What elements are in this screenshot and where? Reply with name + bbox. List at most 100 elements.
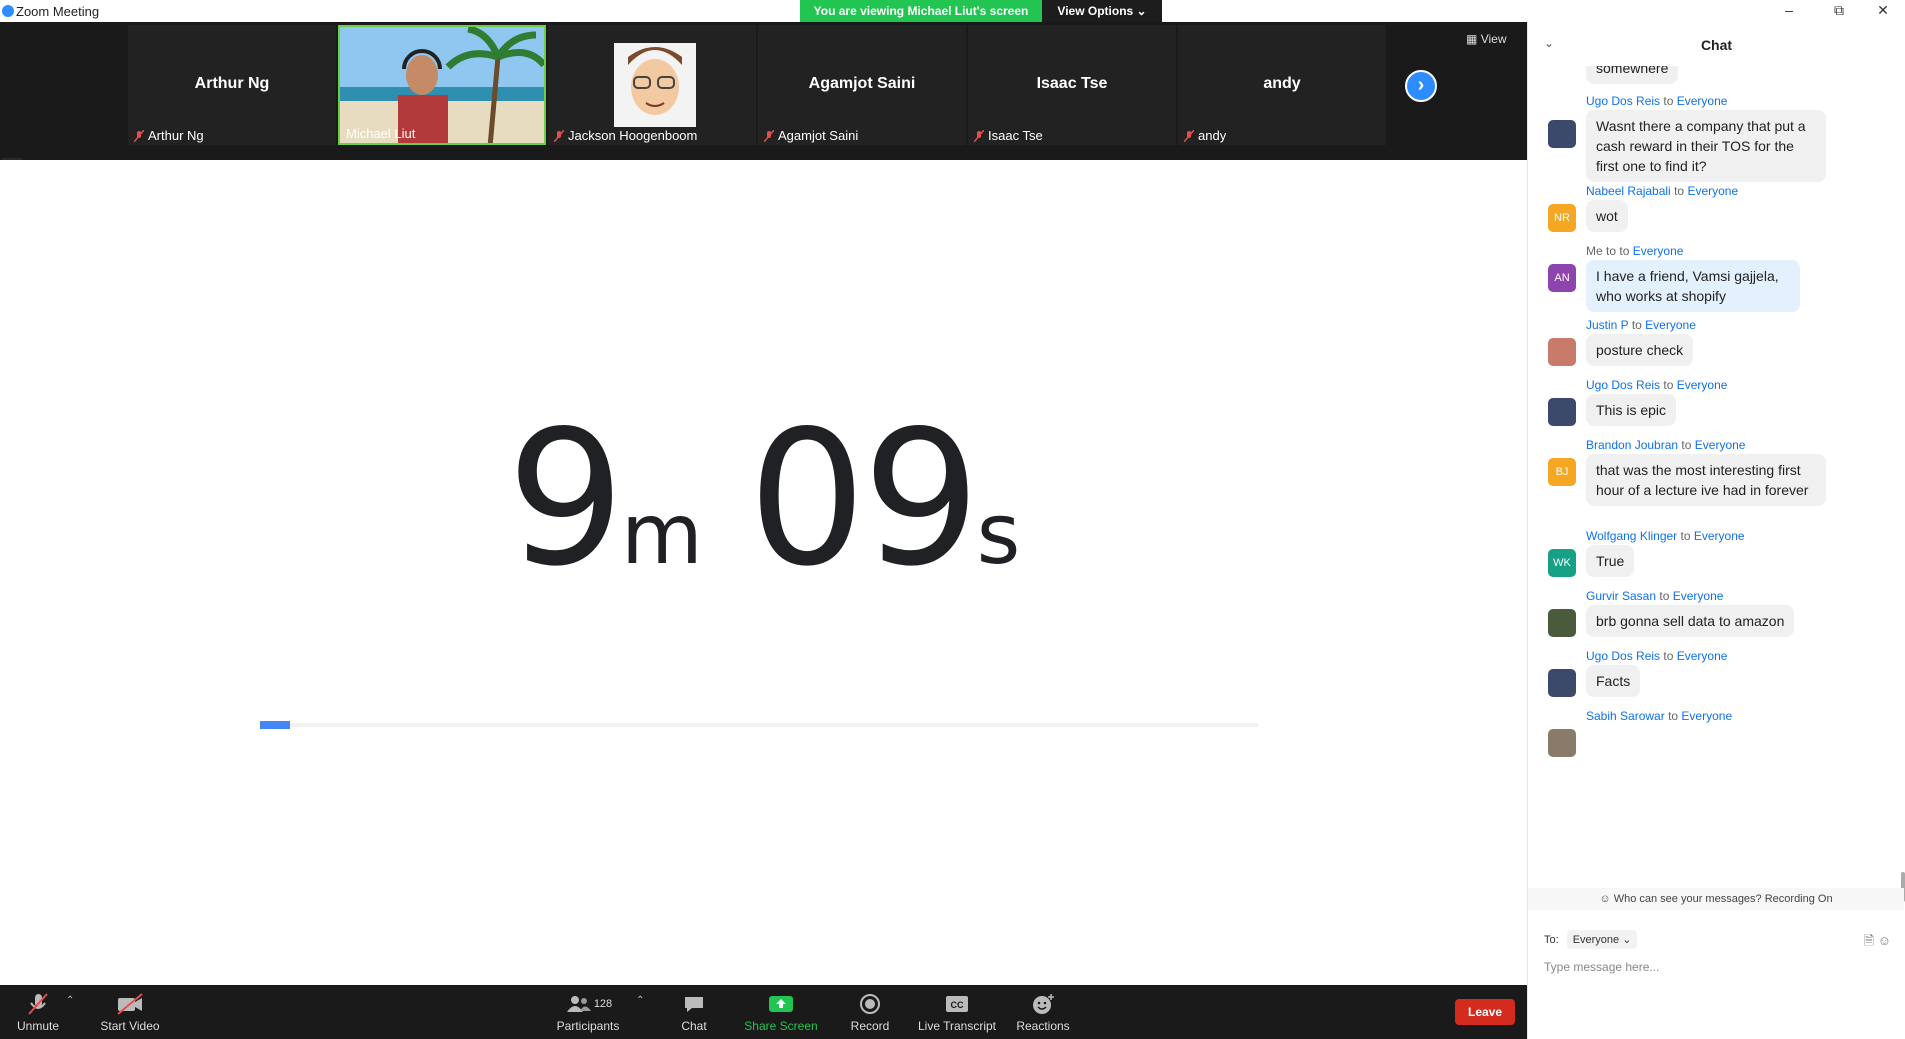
muted-mic-icon	[973, 129, 985, 142]
sender-name[interactable]: Ugo Dos Reis	[1586, 649, 1660, 663]
video-tile[interactable]: Isaac Tse Isaac Tse	[968, 25, 1176, 145]
share-banner: You are viewing Michael Liut's screen Vi…	[800, 0, 1162, 22]
sender-name[interactable]: Justin P	[1586, 318, 1628, 332]
recipient-name: Everyone	[1676, 649, 1728, 663]
muted-mic-icon	[1183, 129, 1195, 142]
participant-name-large: Arthur Ng	[194, 75, 270, 92]
smiley-plus-icon	[1012, 991, 1074, 1017]
zoom-window: Zoom Meeting – ⧉ ✕ You are viewing Micha…	[0, 0, 1905, 1039]
to-label: to	[1659, 589, 1670, 603]
chat-message: Ugo Dos Reis to Everyone Wasnt there a c…	[1528, 94, 1888, 182]
participant-name-large: andy	[1263, 75, 1301, 92]
zoom-app-icon	[2, 5, 14, 17]
message-header: Ugo Dos Reis to Everyone	[1586, 378, 1727, 392]
muted-mic-icon	[10, 991, 66, 1017]
message-header: Justin P to Everyone	[1586, 318, 1696, 332]
message-bubble: that was the most interesting first hour…	[1586, 454, 1826, 506]
recipient-row: To: Everyone ⌄	[1544, 930, 1638, 949]
reactions-button[interactable]: Reactions	[1012, 991, 1074, 1033]
sender-name[interactable]: Wolfgang Klinger	[1586, 529, 1677, 543]
video-tile-active-speaker[interactable]: Michael Liut	[338, 25, 546, 145]
recording-notice[interactable]: ☺ Who can see your messages? Recording O…	[1528, 888, 1904, 910]
avatar	[1548, 729, 1576, 757]
to-label: to	[1680, 529, 1691, 543]
audio-options-caret-icon[interactable]: ⌃	[66, 995, 74, 1006]
message-input[interactable]	[1544, 956, 1884, 978]
video-tile[interactable]: Arthur Ng Arthur Ng	[128, 25, 336, 145]
chat-header: ⌄ Chat	[1528, 22, 1905, 66]
memoji-avatar-image	[548, 25, 756, 145]
to-label: to	[1663, 94, 1674, 108]
to-label: to	[1681, 438, 1692, 452]
participants-options-caret-icon[interactable]: ⌃	[636, 995, 644, 1006]
chat-message: Justin P to Everyone posture check	[1528, 318, 1888, 368]
chat-button[interactable]: Chat	[672, 991, 716, 1033]
meeting-toolbar: Unmute ⌃ Start Video 128 Participants ⌃ …	[0, 985, 1527, 1039]
window-title: Zoom Meeting	[16, 4, 100, 19]
message-header: Nabeel Rajabali to Everyone	[1586, 184, 1738, 198]
message-bubble: posture check	[1586, 334, 1694, 366]
to-label: To:	[1544, 933, 1559, 946]
file-icon[interactable]: 🗎	[1864, 933, 1874, 948]
live-transcript-button[interactable]: CC Live Transcript	[912, 991, 1002, 1033]
recipient-name: Everyone	[1676, 94, 1728, 108]
recipient-select[interactable]: Everyone ⌄	[1566, 930, 1638, 949]
participant-label: Michael Liut	[346, 126, 416, 141]
video-off-icon	[98, 991, 162, 1017]
message-header: Ugo Dos Reis to Everyone	[1586, 94, 1727, 108]
next-page-arrow-icon[interactable]: ›	[1405, 70, 1437, 102]
restore-icon[interactable]: ⧉	[1817, 0, 1861, 22]
view-options-button[interactable]: View Options ⌄	[1042, 0, 1162, 22]
timer-seconds: 09	[747, 390, 981, 607]
sender-name[interactable]: Ugo Dos Reis	[1586, 94, 1660, 108]
participant-label: Isaac Tse	[988, 128, 1043, 143]
unmute-button[interactable]: Unmute	[10, 991, 66, 1033]
input-tools: 🗎 ☺	[1864, 932, 1891, 954]
start-video-label: Start Video	[100, 1019, 160, 1033]
to-label: to	[1663, 378, 1674, 392]
recipient-name: Everyone	[1693, 529, 1745, 543]
sender-name[interactable]: Nabeel Rajabali	[1586, 184, 1671, 198]
record-button[interactable]: Record	[846, 991, 894, 1033]
timer-minutes-unit: m	[620, 485, 703, 583]
recipient-name: Everyone	[1672, 589, 1724, 603]
viewing-screen-label: You are viewing Michael Liut's screen	[800, 0, 1042, 22]
to-label: to	[1674, 184, 1685, 198]
emoji-icon[interactable]: ☺	[1878, 933, 1891, 948]
message-header: Gurvir Sasan to Everyone	[1586, 589, 1723, 603]
video-tile[interactable]: andy andy	[1178, 25, 1386, 145]
share-screen-button[interactable]: Share Screen	[744, 991, 818, 1033]
participant-count: 128	[593, 998, 613, 1010]
recipient-name: Everyone	[1681, 709, 1733, 723]
avatar: AN	[1548, 264, 1576, 292]
avatar: BJ	[1548, 458, 1576, 486]
chat-message: Sabih Sarowar to Everyone	[1528, 709, 1888, 759]
record-icon	[846, 991, 894, 1017]
video-tile[interactable]: Jackson Hoogenboom	[548, 25, 756, 145]
chat-message: Brandon Joubran to Everyone BJ that was …	[1528, 438, 1888, 522]
recipient-name: Everyone	[1645, 318, 1696, 332]
message-bubble: Facts	[1586, 665, 1641, 697]
sender-name[interactable]: Gurvir Sasan	[1586, 589, 1656, 603]
start-video-button[interactable]: Start Video	[98, 991, 162, 1033]
sender-name[interactable]: Sabih Sarowar	[1586, 709, 1665, 723]
close-icon[interactable]: ✕	[1861, 0, 1905, 22]
timer-minutes: 9	[506, 390, 625, 607]
share-screen-label: Share Screen	[744, 1019, 818, 1033]
chat-message-list[interactable]: somewhere Ugo Dos Reis to Everyone Wasnt…	[1528, 66, 1904, 892]
participant-label: andy	[1198, 128, 1227, 143]
sender-name[interactable]: Brandon Joubran	[1586, 438, 1678, 452]
sender-name[interactable]: Ugo Dos Reis	[1586, 378, 1660, 392]
avatar	[1548, 338, 1576, 366]
chat-title: Chat	[1700, 37, 1733, 53]
recording-notice-text: Who can see your messages? Recording On	[1613, 893, 1833, 905]
view-button[interactable]: ▦ View	[1466, 32, 1506, 46]
muted-mic-icon	[133, 129, 145, 142]
participants-button[interactable]: 128 Participants	[552, 991, 624, 1033]
message-bubble: Wasnt there a company that put a cash re…	[1586, 110, 1826, 182]
message-bubble: I have a friend, Vamsi gajjela, who work…	[1586, 260, 1800, 312]
video-tile[interactable]: Agamjot Saini Agamjot Saini	[758, 25, 966, 145]
minimize-icon[interactable]: –	[1767, 0, 1811, 22]
participants-label: Participants	[556, 1019, 620, 1033]
leave-button[interactable]: Leave	[1455, 999, 1515, 1025]
